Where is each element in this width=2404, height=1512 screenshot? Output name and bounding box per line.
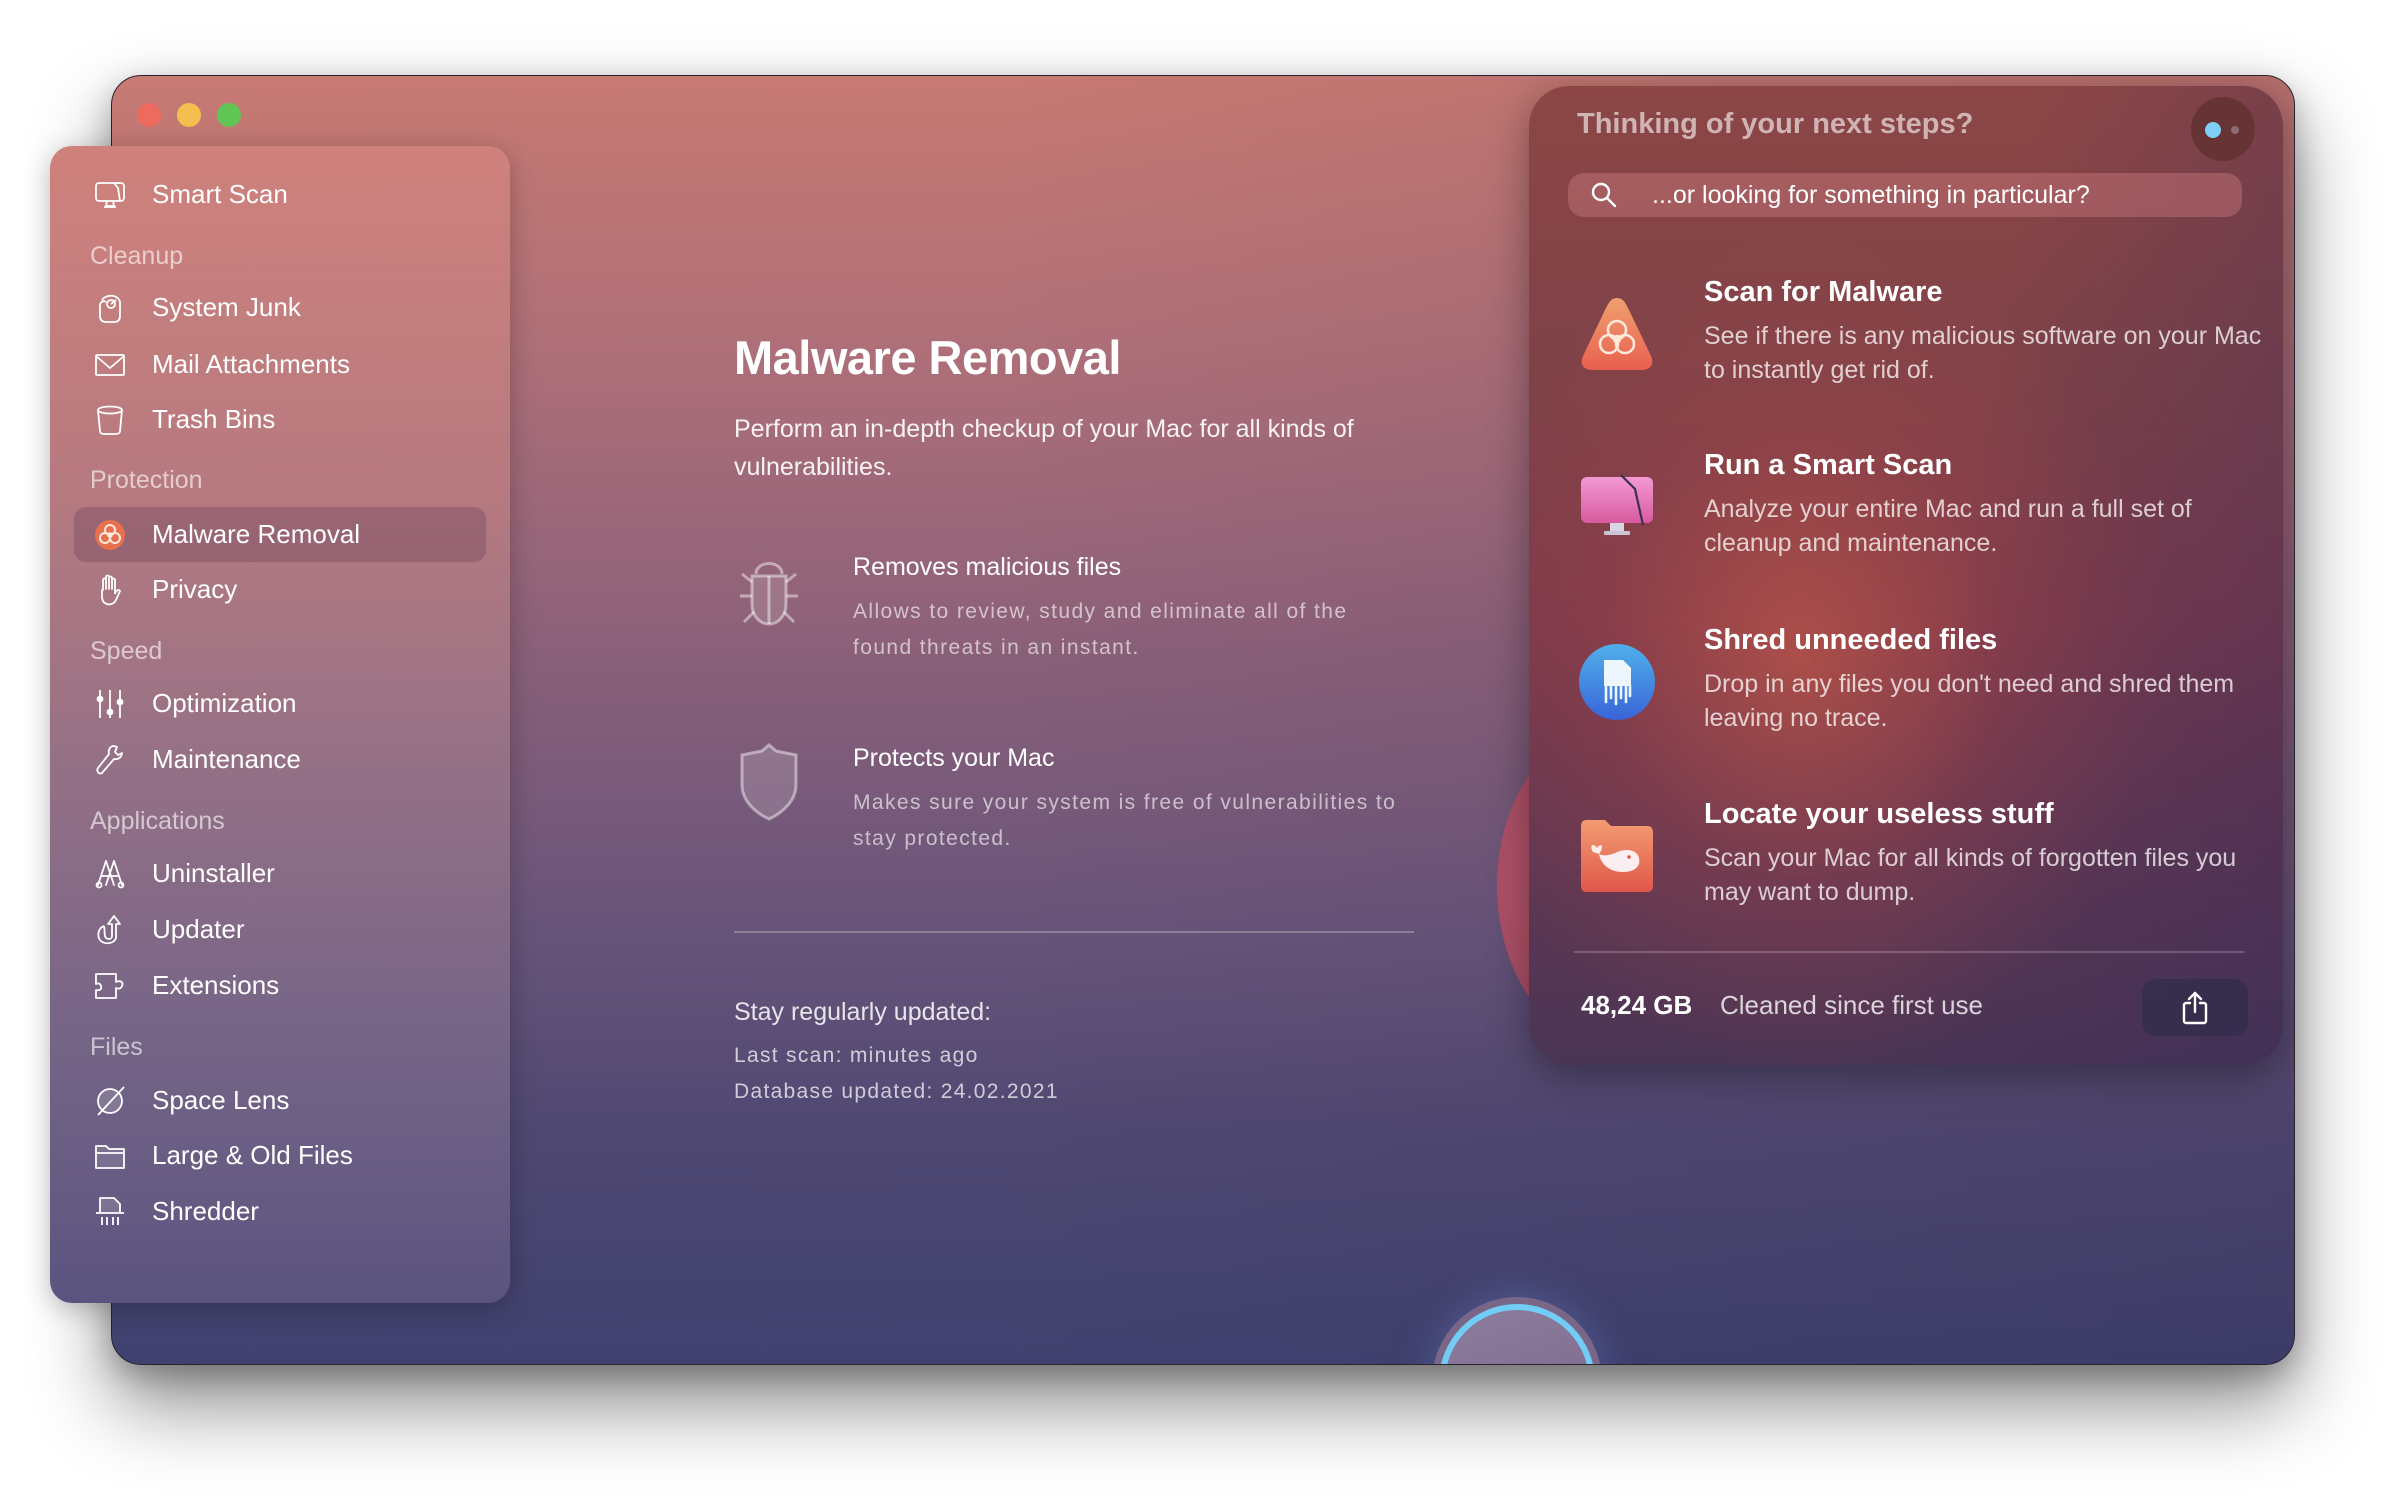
panel-divider: [1574, 951, 2244, 953]
bug-icon: [740, 562, 798, 626]
assistant-item-locate-stuff[interactable]: Locate your useless stuff Scan your Mac …: [1529, 798, 2283, 948]
sidebar-section-files: Files: [90, 1033, 143, 1061]
sidebar-item-label: Extensions: [152, 970, 280, 1000]
feature-description: Allows to review, study and eliminate al…: [853, 600, 1348, 659]
system-junk-icon: [99, 294, 121, 323]
app-store-icon: [95, 860, 125, 889]
sidebar-item-privacy[interactable]: Privacy: [74, 562, 486, 617]
page-description: Perform an in-depth checkup of your Mac …: [734, 415, 1354, 481]
sidebar-item-label: Malware Removal: [152, 519, 361, 549]
database-updated-status: Database updated: 24.02.2021: [734, 1080, 1059, 1103]
assistant-item-smart-scan[interactable]: Run a Smart Scan Analyze your entire Mac…: [1529, 449, 2283, 599]
sidebar-item-label: Mail Attachments: [152, 349, 350, 379]
assistant-heading: Thinking of your next steps?: [1577, 108, 1974, 140]
active-dot-icon: [2205, 122, 2221, 138]
feature-description: Makes sure your system is free of vulner…: [853, 791, 1397, 850]
assistant-item-shred[interactable]: Shred unneeded files Drop in any files y…: [1529, 624, 2283, 774]
cleanmymac-monitor-icon: [1581, 474, 1653, 535]
whale-folder-icon: [1581, 820, 1653, 892]
assistant-panel: Thinking of your next steps? ...or looki…: [1529, 86, 2283, 1065]
folder-icon: [95, 1145, 125, 1169]
share-button[interactable]: [2142, 979, 2248, 1036]
last-scan-status: Last scan: minutes ago: [734, 1044, 979, 1067]
assistant-item-description: Scan your Mac for all kinds of forgotten…: [1704, 844, 2237, 906]
sidebar-item-large-old-files[interactable]: Large & Old Files: [74, 1128, 486, 1183]
assistant-item-title: Run a Smart Scan: [1704, 449, 1953, 481]
sidebar-item-space-lens[interactable]: Space Lens: [74, 1073, 486, 1128]
cleaned-label: Cleaned since first use: [1720, 990, 1984, 1020]
sidebar-item-uninstaller[interactable]: Uninstaller: [74, 846, 486, 901]
sidebar-section-protection: Protection: [90, 466, 203, 494]
sidebar-item-smart-scan[interactable]: Smart Scan: [74, 167, 486, 222]
biohazard-triangle-icon: [1581, 298, 1653, 370]
scan-button-halo: Scan: [1432, 1297, 1602, 1364]
sidebar-item-shredder[interactable]: Shredder: [74, 1184, 486, 1239]
section-divider: [734, 931, 1414, 933]
assistant-item-description: Analyze your entire Mac and run a full s…: [1704, 495, 2192, 557]
search-placeholder: ...or looking for something in particula…: [1652, 181, 2090, 209]
update-heading: Stay regularly updated:: [734, 998, 992, 1026]
sidebar-item-label: Updater: [152, 914, 245, 944]
sidebar-item-label: System Junk: [152, 292, 301, 322]
sidebar-item-label: Privacy: [152, 574, 238, 604]
update-arrow-icon: [97, 915, 121, 945]
assistant-search-input[interactable]: ...or looking for something in particula…: [1568, 173, 2242, 217]
feature-title: Protects your Mac: [853, 744, 1055, 772]
sidebar-item-label: Uninstaller: [152, 858, 275, 888]
hand-icon: [101, 574, 121, 606]
sidebar-section-cleanup: Cleanup: [90, 242, 184, 270]
cleaned-amount: 48,24 GB: [1581, 990, 1693, 1020]
sidebar-item-trash-bins[interactable]: Trash Bins: [74, 392, 486, 447]
assistant-item-title: Scan for Malware: [1704, 276, 1943, 308]
envelope-icon: [95, 354, 125, 376]
wrench-icon: [96, 745, 123, 775]
assistant-item-scan-malware[interactable]: Scan for Malware See if there is any mal…: [1529, 276, 2283, 426]
sidebar-item-label: Trash Bins: [152, 404, 276, 434]
shredder-app-icon: [1579, 644, 1655, 720]
assistant-toggle[interactable]: [2191, 97, 2255, 161]
monitor-icon: [95, 182, 125, 208]
sidebar-item-updater[interactable]: Updater: [74, 902, 486, 957]
minimize-button[interactable]: [177, 103, 201, 127]
scan-button[interactable]: Scan: [1439, 1304, 1595, 1364]
sidebar-item-extensions[interactable]: Extensions: [74, 958, 486, 1013]
zoom-button[interactable]: [217, 103, 241, 127]
sidebar-item-label: Smart Scan: [152, 179, 288, 209]
sidebar-item-label: Maintenance: [152, 744, 301, 774]
feature-title: Removes malicious files: [853, 553, 1122, 581]
sidebar-item-label: Optimization: [152, 688, 297, 718]
share-icon: [2182, 991, 2208, 1025]
sidebar-item-mail-attachments[interactable]: Mail Attachments: [74, 337, 486, 392]
sidebar-section-applications: Applications: [90, 807, 225, 835]
sidebar-item-label: Shredder: [152, 1196, 259, 1226]
sidebar-item-optimization[interactable]: Optimization: [74, 676, 486, 731]
page-title: Malware Removal: [734, 331, 1121, 384]
trash-bin-icon: [97, 405, 123, 435]
sidebar-section-speed: Speed: [90, 637, 163, 665]
planet-icon: [97, 1086, 125, 1116]
sidebar-item-label: Space Lens: [152, 1085, 290, 1115]
puzzle-icon: [95, 973, 124, 999]
shield-icon: [740, 743, 798, 821]
sidebar-item-label: Large & Old Files: [152, 1140, 353, 1170]
biohazard-icon: [95, 520, 125, 550]
sidebar-item-maintenance[interactable]: Maintenance: [74, 732, 486, 787]
shredder-icon: [96, 1197, 124, 1225]
close-button[interactable]: [137, 103, 161, 127]
assistant-item-title: Locate your useless stuff: [1704, 798, 2054, 830]
sidebar: Smart Scan Cleanup System Junk Mail Atta…: [50, 146, 510, 1303]
sidebar-item-system-junk[interactable]: System Junk: [74, 280, 486, 335]
sliders-icon: [96, 690, 124, 718]
assistant-item-description: See if there is any malicious software o…: [1704, 322, 2262, 384]
inactive-dot-icon: [2231, 126, 2239, 134]
assistant-item-title: Shred unneeded files: [1704, 624, 1998, 656]
search-icon: [1591, 182, 1617, 208]
assistant-item-description: Drop in any files you don't need and shr…: [1704, 670, 2235, 732]
sidebar-item-malware-removal[interactable]: Malware Removal: [74, 507, 486, 562]
